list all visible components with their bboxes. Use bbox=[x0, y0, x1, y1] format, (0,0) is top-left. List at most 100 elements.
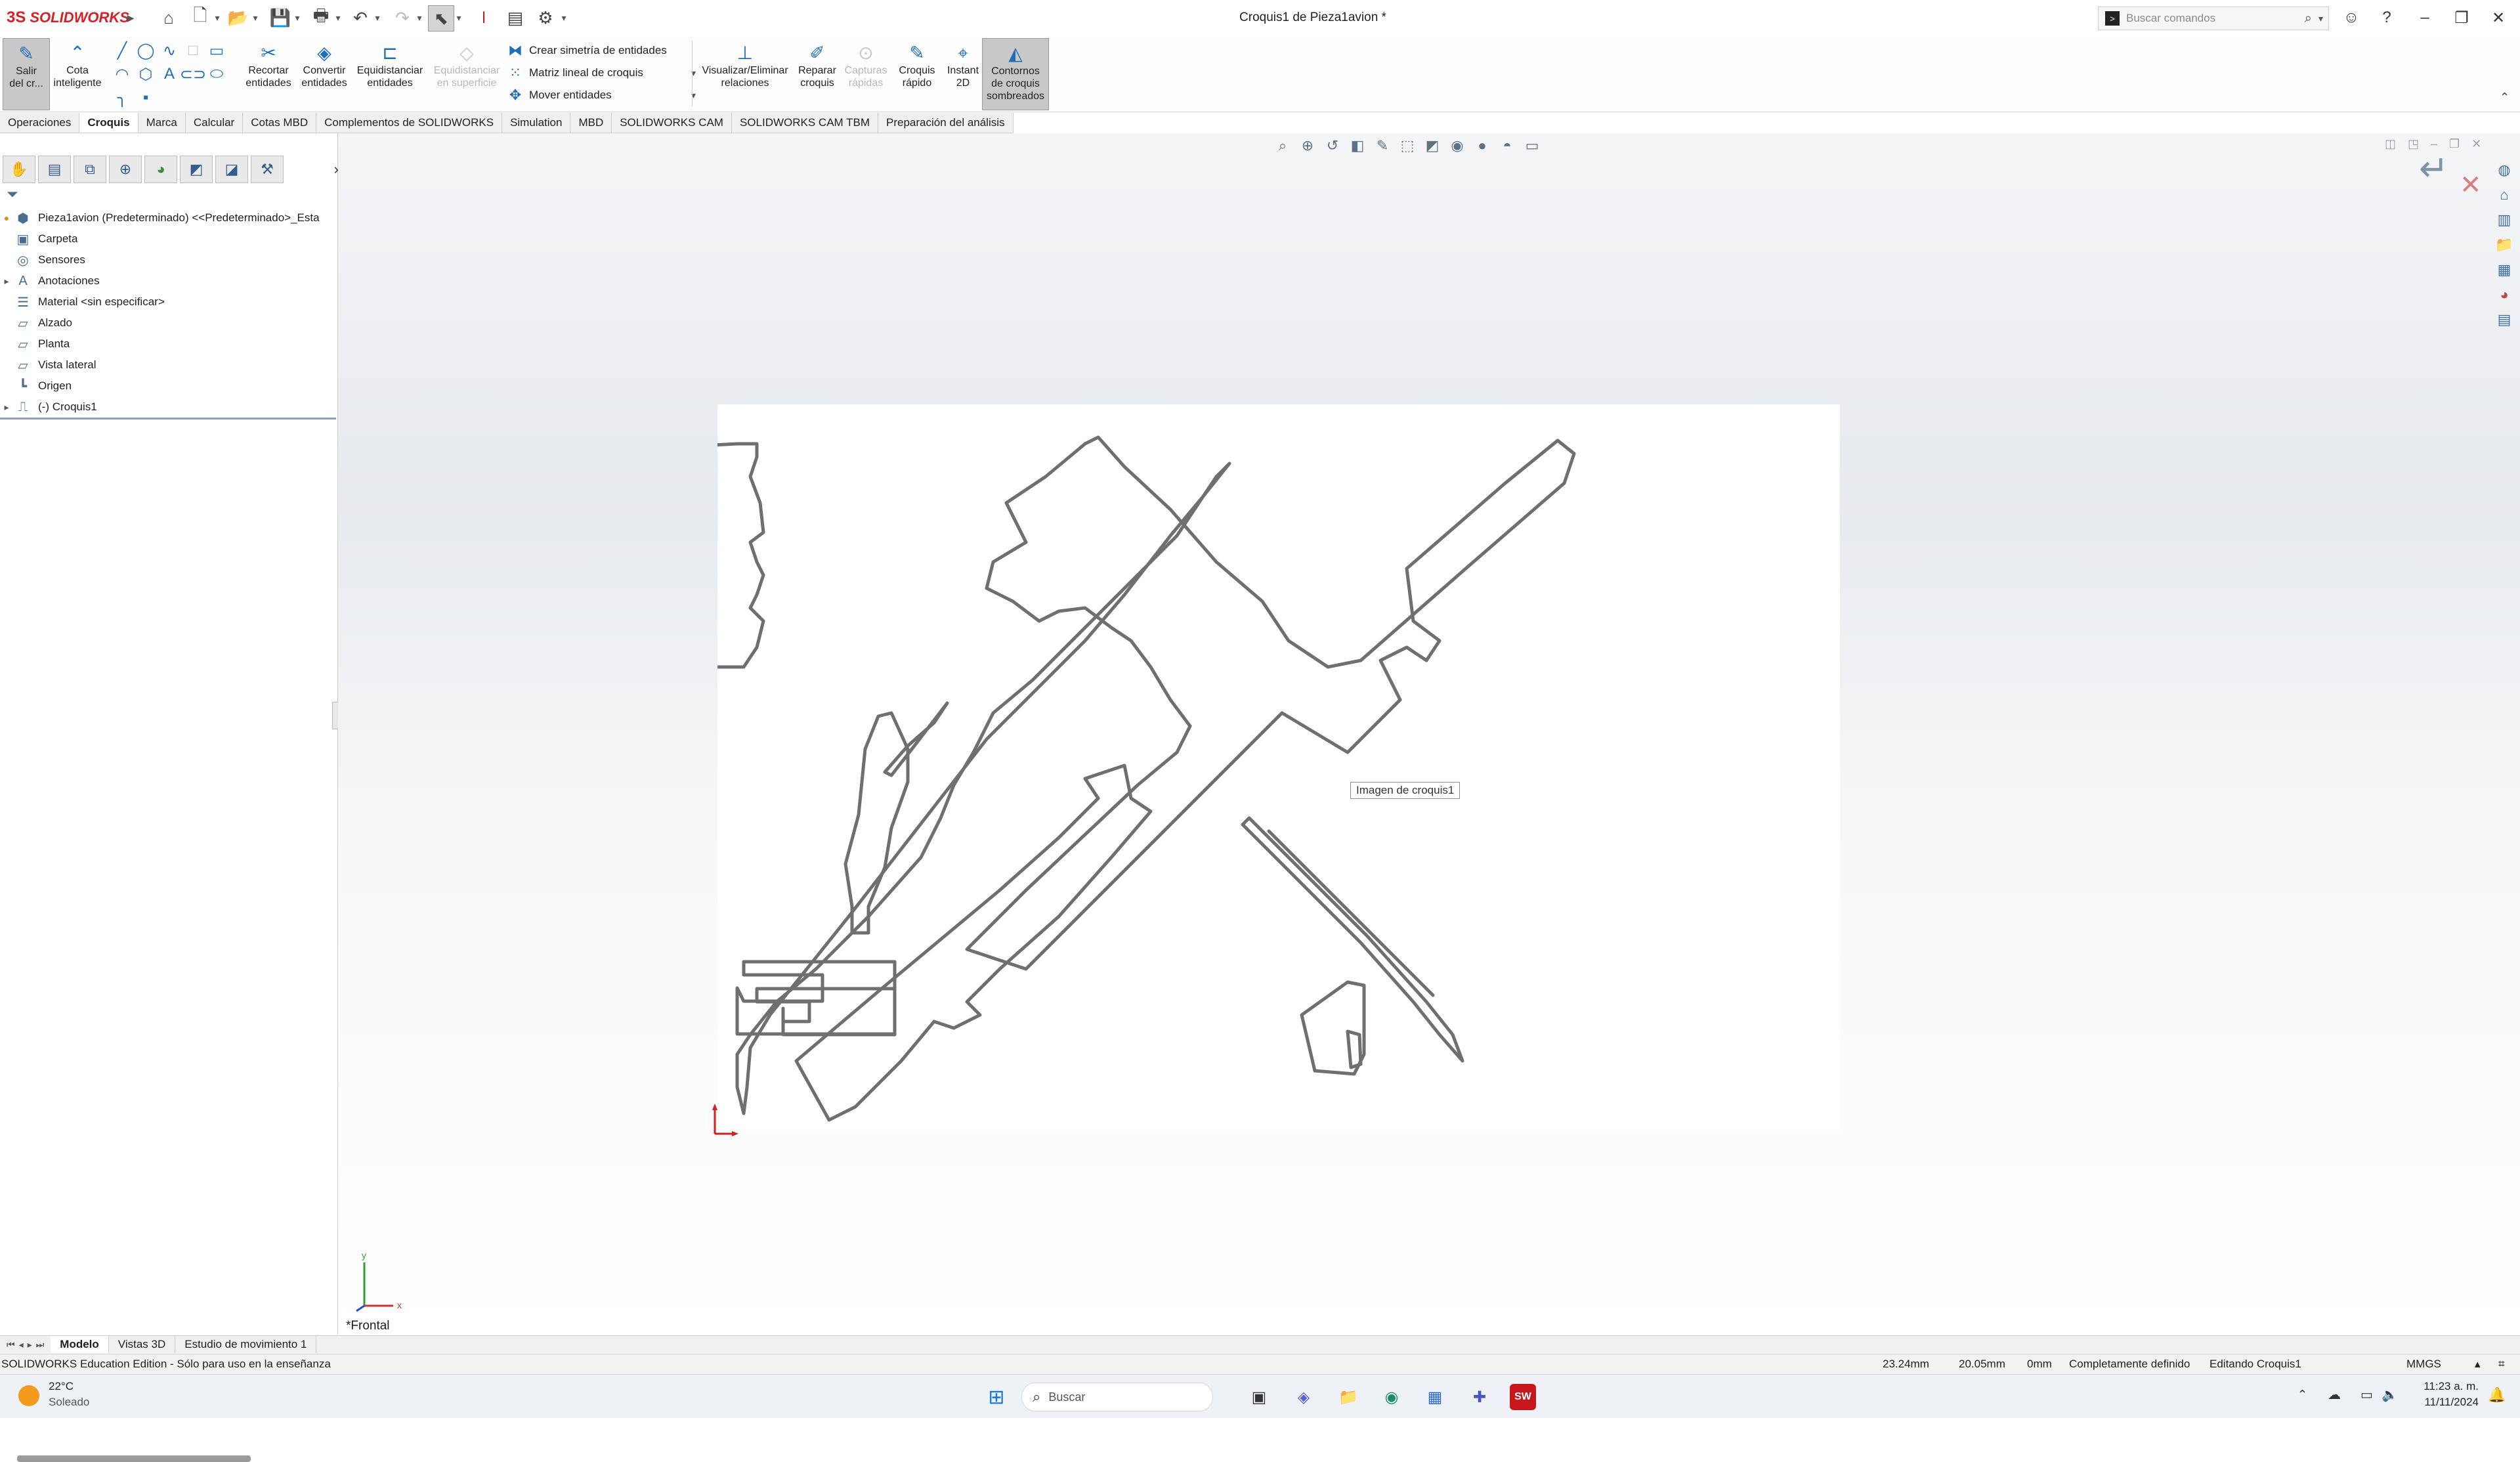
redo-icon[interactable]: ↷ bbox=[390, 5, 415, 30]
tab-preparacion-analisis[interactable]: Preparación del análisis bbox=[878, 113, 1014, 133]
edge-browser-icon[interactable]: ◉ bbox=[1378, 1384, 1405, 1410]
search-commands-input[interactable]: > Buscar comandos ⌕ ▾ bbox=[2098, 7, 2329, 30]
logo-arrow-icon[interactable]: ▶ bbox=[126, 5, 135, 30]
tree-rollback-bar[interactable] bbox=[0, 418, 336, 419]
tree-item-croquis1[interactable]: ▸ ⎍ (-) Croquis1 bbox=[0, 397, 96, 418]
open-folder-icon[interactable]: 📂 bbox=[226, 5, 251, 30]
polygon-icon[interactable]: ⬡ bbox=[134, 63, 158, 85]
slot-icon[interactable]: ⊂⊃ bbox=[180, 63, 206, 85]
mirror-entities-button[interactable]: ⧓ Crear simetría de entidades bbox=[505, 39, 696, 62]
arc-icon[interactable]: ◠ bbox=[110, 63, 134, 85]
first-tab-icon[interactable]: ⏮ bbox=[7, 1339, 15, 1350]
expand-arrow-icon[interactable]: ▸ bbox=[0, 276, 13, 287]
cancel-exit-sketch-icon[interactable]: ✕ bbox=[2460, 170, 2482, 200]
cam-operation-tree-icon[interactable]: ◪ bbox=[215, 156, 248, 183]
solidworks-logo[interactable]: 3S SOLIDWORKS bbox=[7, 7, 129, 29]
tab-croquis[interactable]: Croquis bbox=[79, 113, 139, 133]
smart-dimension-button[interactable]: ⌃ Cota inteligente bbox=[51, 38, 104, 109]
fillet-icon[interactable]: ╮ bbox=[110, 87, 134, 109]
file-properties-icon[interactable]: ▤ bbox=[503, 5, 528, 30]
trim-entities-button[interactable]: ✂ Recortar entidades bbox=[240, 38, 297, 109]
home-icon[interactable]: ⌂ bbox=[156, 5, 181, 30]
tab-solidworks-cam-tbm[interactable]: SOLIDWORKS CAM TBM bbox=[732, 113, 879, 133]
panel-expand-arrow-icon[interactable]: › bbox=[286, 161, 339, 178]
plane-icon[interactable]: ▪ bbox=[134, 87, 158, 109]
move-entities-button[interactable]: ✥ Mover entidades ▾ bbox=[505, 84, 696, 106]
tree-item-planta[interactable]: ▱ Planta bbox=[0, 333, 70, 355]
close-icon[interactable]: ✕ bbox=[2481, 4, 2515, 32]
show-hidden-icons-icon[interactable]: ⌃ bbox=[2297, 1388, 2307, 1402]
clock-time[interactable]: 11:23 a. m. bbox=[2416, 1380, 2479, 1393]
rebuild-icon[interactable]: ⏽ bbox=[471, 5, 496, 30]
home-tab-icon[interactable]: ⌂ bbox=[2492, 183, 2516, 207]
viewport-link-icon[interactable]: ◳ bbox=[2408, 137, 2419, 151]
redo-dropdown-icon[interactable]: ▾ bbox=[415, 5, 424, 30]
minimize-icon[interactable]: – bbox=[2408, 4, 2442, 32]
offset-surface-button[interactable]: ◇ Equidistanciar en superficie bbox=[431, 38, 503, 109]
volume-icon[interactable]: 🔈 bbox=[2381, 1387, 2398, 1403]
tree-item-sensores[interactable]: ◎ Sensores bbox=[0, 249, 85, 270]
help-icon[interactable]: ? bbox=[2370, 4, 2404, 32]
microsoft-store-icon[interactable]: ▦ bbox=[1422, 1384, 1448, 1410]
cloud-icon[interactable]: ☁ bbox=[2328, 1387, 2341, 1403]
task-view-icon[interactable]: ▣ bbox=[1246, 1384, 1272, 1410]
solidworks-resources-icon[interactable]: ◍ bbox=[2492, 158, 2516, 182]
weather-temperature[interactable]: 22°C bbox=[49, 1380, 74, 1393]
tree-item-material[interactable]: ☰ Material <sin especificar> bbox=[0, 291, 165, 312]
tab-calcular[interactable]: Calcular bbox=[186, 113, 244, 133]
graphics-area[interactable]: ⌕ ⊕ ↺ ◧ ✎ ⬚ ◩ ◉ ● ◓ ▭ ◫ ◳ – ❐ ✕ ↵ ✕ ◍ ⌂ … bbox=[338, 133, 2520, 1335]
edit-appearance-icon[interactable]: ● bbox=[1470, 135, 1495, 157]
custom-properties-icon[interactable]: ▤ bbox=[2492, 308, 2516, 332]
tab-marca[interactable]: Marca bbox=[139, 113, 186, 133]
tab-operaciones[interactable]: Operaciones bbox=[0, 113, 80, 133]
options-gear-icon[interactable]: ⚙ bbox=[533, 5, 558, 30]
select-dropdown-icon[interactable]: ▾ bbox=[454, 5, 463, 30]
viewport-close-icon[interactable]: ✕ bbox=[2471, 137, 2481, 151]
prev-tab-icon[interactable]: ◂ bbox=[19, 1339, 24, 1350]
new-document-icon[interactable]: 🗋 bbox=[188, 5, 213, 30]
unit-system-selector[interactable]: MMGS bbox=[2406, 1358, 2441, 1371]
restore-icon[interactable]: ❐ bbox=[2445, 4, 2479, 32]
undo-icon[interactable]: ↶ bbox=[348, 5, 373, 30]
view-orientation-icon[interactable]: ⬚ bbox=[1395, 135, 1420, 157]
scene-icon[interactable]: ◓ bbox=[1495, 135, 1520, 157]
status-tag-icon[interactable]: ⌗ bbox=[2498, 1358, 2505, 1371]
design-library-icon[interactable]: ▥ bbox=[2492, 208, 2516, 232]
save-dropdown-icon[interactable]: ▾ bbox=[293, 5, 302, 30]
print-dropdown-icon[interactable]: ▾ bbox=[333, 5, 343, 30]
display-delete-relations-button[interactable]: ⊥ Visualizar/Eliminar relaciones bbox=[697, 38, 793, 109]
display-style-icon[interactable]: ◩ bbox=[1420, 135, 1445, 157]
tab-simulation[interactable]: Simulation bbox=[502, 113, 571, 133]
select-arrow-icon[interactable]: ⬉ bbox=[428, 5, 454, 32]
appearances-icon[interactable]: ◕ bbox=[2492, 283, 2516, 307]
copilot-icon[interactable]: ◈ bbox=[1291, 1384, 1317, 1410]
feature-manager-icon[interactable]: ✋ bbox=[3, 156, 35, 183]
previous-view-icon[interactable]: ↺ bbox=[1320, 135, 1345, 157]
weather-sun-icon[interactable] bbox=[18, 1385, 39, 1406]
panel-horizontal-scrollbar[interactable] bbox=[17, 1455, 251, 1462]
instant-2d-button[interactable]: ⌖ Instant 2D bbox=[943, 38, 983, 109]
solidworks-taskbar-icon[interactable]: SW bbox=[1510, 1384, 1536, 1410]
search-dropdown-icon[interactable]: ▾ bbox=[2318, 13, 2323, 24]
tab-mbd[interactable]: MBD bbox=[570, 113, 612, 133]
view-palette-icon[interactable]: ▦ bbox=[2492, 258, 2516, 282]
rectangle-icon[interactable]: ▭ bbox=[205, 39, 228, 62]
tree-item-vista-lateral[interactable]: ▱ Vista lateral bbox=[0, 355, 96, 376]
circle-icon[interactable]: ◯ bbox=[134, 39, 158, 62]
spline-icon[interactable]: ∿ bbox=[158, 39, 181, 62]
clock-date[interactable]: 11/11/2024 bbox=[2416, 1396, 2479, 1409]
notifications-bell-icon[interactable]: 🔔 bbox=[2488, 1387, 2506, 1404]
ellipse-icon[interactable]: ⬭ bbox=[205, 63, 228, 85]
account-icon[interactable]: ☺ bbox=[2334, 4, 2368, 32]
cam-feature-tree-icon[interactable]: ◩ bbox=[180, 156, 213, 183]
linear-pattern-button[interactable]: ⁙ Matriz lineal de croquis ▾ bbox=[505, 62, 696, 84]
sketch-extra-icon[interactable]: □ bbox=[181, 39, 205, 62]
dynamic-annotation-icon[interactable]: ✎ bbox=[1370, 135, 1395, 157]
tab-complementos[interactable]: Complementos de SOLIDWORKS bbox=[316, 113, 503, 133]
tab-estudio-movimiento[interactable]: Estudio de movimiento 1 bbox=[175, 1336, 317, 1353]
units-dropdown-icon[interactable]: ▴ bbox=[2475, 1358, 2481, 1371]
file-explorer-icon[interactable]: 📁 bbox=[2492, 233, 2516, 257]
shaded-sketch-contours-button[interactable]: ◭ Contornos de croquis sombreados bbox=[982, 38, 1049, 110]
weather-description[interactable]: Soleado bbox=[49, 1396, 89, 1409]
display-manager-icon[interactable]: ◕ bbox=[144, 156, 177, 183]
